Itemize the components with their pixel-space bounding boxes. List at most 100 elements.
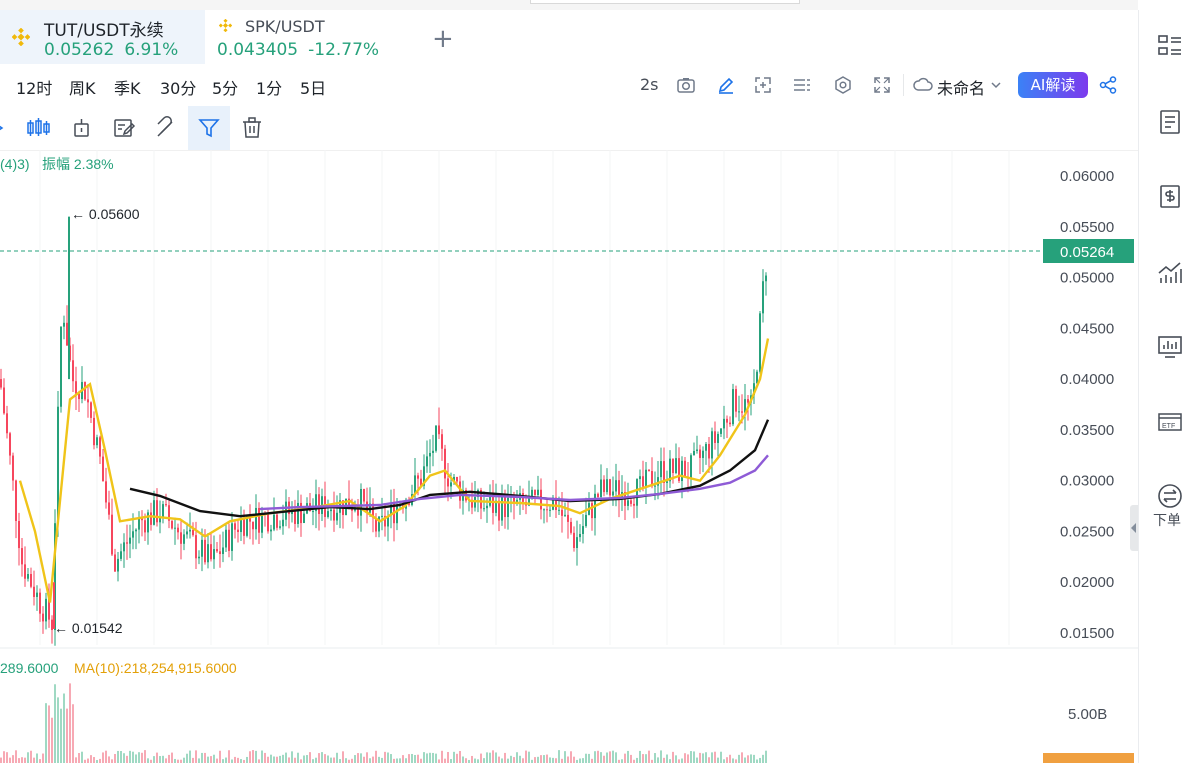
volume-bar — [705, 752, 707, 763]
interval-quarter[interactable]: 季K — [114, 75, 141, 99]
price-range-icon[interactable] — [70, 116, 94, 140]
volume-bar — [36, 753, 38, 763]
candle-body — [534, 489, 536, 495]
candle-body — [267, 514, 269, 532]
volume-bar — [135, 754, 137, 763]
candle-body — [90, 402, 92, 418]
candle-body — [210, 544, 212, 560]
trend-chart-icon[interactable] — [1156, 258, 1184, 286]
top-input-box[interactable] — [530, 0, 800, 4]
tab-price: 0.05262 — [44, 40, 115, 60]
etf-icon[interactable]: ETF — [1156, 408, 1184, 436]
sidebar-collapse-handle[interactable] — [1130, 505, 1138, 551]
volume-bar — [537, 756, 539, 763]
candle-body — [333, 509, 335, 521]
current-price-label: 0.05264 — [1060, 244, 1114, 261]
candle-body — [609, 479, 611, 496]
volume-bar — [726, 757, 728, 763]
candle-body — [36, 592, 38, 597]
monitor-chart-icon[interactable] — [1156, 333, 1184, 361]
ai-interpret-button[interactable]: AI解读 — [1018, 72, 1088, 98]
interval-5m[interactable]: 5分 — [212, 75, 238, 99]
right-sidebar: ETF 下单 — [1138, 10, 1200, 763]
tab-tut-usdt[interactable]: TUT/USDT永续 0.05262 6.91% — [0, 10, 205, 64]
volume-bar — [168, 754, 170, 763]
volume-bar — [420, 758, 422, 763]
magnet-icon[interactable] — [154, 116, 178, 140]
candle-body — [363, 488, 365, 502]
trash-icon[interactable] — [240, 116, 264, 140]
candle-body — [432, 450, 434, 453]
candle-body — [681, 460, 683, 482]
filter-icon — [198, 119, 220, 138]
candle-body — [450, 482, 452, 487]
add-tab-button[interactable]: + — [432, 24, 454, 54]
camera-icon[interactable] — [676, 75, 696, 95]
candle-body — [735, 389, 737, 412]
note-edit-icon[interactable] — [112, 116, 136, 140]
volume-bar — [75, 757, 77, 763]
volume-bar — [477, 759, 479, 763]
volume-bar — [267, 756, 269, 763]
collapse-chevron-icon[interactable] — [0, 116, 8, 140]
ma-short-line — [18, 338, 770, 603]
interval-week[interactable]: 周K — [69, 75, 96, 99]
volume-bar — [342, 751, 344, 763]
candle-body — [606, 479, 608, 493]
filter-button[interactable] — [188, 106, 230, 150]
list-settings-icon[interactable] — [792, 75, 812, 95]
chevron-down-icon[interactable] — [990, 75, 1002, 95]
hexagon-settings-icon[interactable] — [833, 75, 853, 95]
volume-bar — [582, 758, 584, 763]
volume-bar — [594, 751, 596, 763]
share-icon[interactable] — [1098, 75, 1118, 95]
volume-bar — [93, 757, 95, 763]
candle-body — [690, 455, 692, 478]
candle-body — [708, 443, 710, 459]
candlestick-icon[interactable] — [26, 116, 50, 140]
fullscreen-icon[interactable] — [872, 75, 892, 95]
price-chart[interactable]: 0.05264 0.06000 0.05500 0.05000 0.04500 0.04… — [0, 150, 1138, 763]
layout-name-dropdown[interactable]: 未命名 — [937, 75, 985, 99]
volume-bar — [732, 758, 734, 763]
volume-bar — [687, 754, 689, 763]
volume-bar — [450, 759, 452, 763]
interval-1m[interactable]: 1分 — [256, 75, 282, 99]
interval-30m[interactable]: 30分 — [160, 75, 196, 99]
candle-body — [99, 437, 101, 457]
place-order-label[interactable]: 下单 — [1153, 510, 1181, 530]
volume-bar — [276, 756, 278, 763]
candle-body — [693, 450, 695, 456]
cloud-icon[interactable] — [912, 75, 934, 95]
volume-bar — [507, 758, 509, 763]
add-frame-icon[interactable] — [753, 75, 773, 95]
document-icon[interactable] — [1156, 108, 1184, 136]
layout-list-icon[interactable] — [1156, 32, 1184, 60]
volume-bar — [627, 750, 629, 763]
price-axis-label: 0.04500 — [1060, 320, 1114, 337]
volume-bar — [588, 753, 590, 763]
candle-body — [114, 554, 116, 572]
candle-body — [576, 537, 578, 549]
interval-12h[interactable]: 12时 — [16, 75, 52, 99]
volume-bar — [87, 758, 89, 763]
candle-body — [189, 529, 191, 532]
candle-body — [585, 514, 587, 527]
candle-body — [396, 506, 398, 524]
interval-5d[interactable]: 5日 — [300, 75, 326, 99]
volume-bar — [213, 754, 215, 763]
candle-body — [204, 539, 206, 563]
volume-bar — [534, 757, 536, 763]
candle-body — [108, 502, 110, 515]
swap-icon[interactable] — [1156, 482, 1184, 510]
volume-bar — [684, 753, 686, 763]
volume-bar — [378, 756, 380, 763]
candle-body — [165, 504, 167, 506]
pencil-icon[interactable] — [716, 75, 736, 95]
candle-body — [567, 514, 569, 522]
tab-spk-usdt[interactable]: SPK/USDT 0.043405 -12.77% — [205, 10, 415, 64]
dollar-doc-icon[interactable] — [1156, 182, 1184, 210]
volume-bar — [759, 757, 761, 763]
refresh-interval[interactable]: 2s — [640, 75, 659, 94]
candle-body — [438, 425, 440, 435]
